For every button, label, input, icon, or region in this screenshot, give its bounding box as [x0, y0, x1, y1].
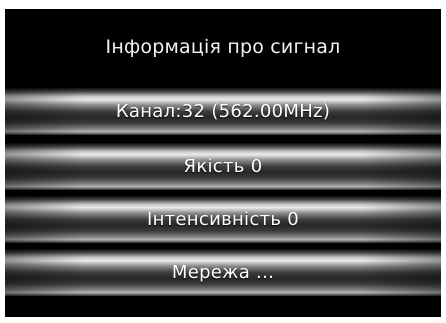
signal-info-screen: Інформація про сигнал Канал:32 (562.00MH… — [5, 9, 441, 317]
channel-label: Канал:32 (562.00MHz) — [115, 101, 331, 122]
network-row[interactable]: Мережа ... — [5, 249, 441, 296]
network-label: Мережа ... — [171, 262, 275, 283]
intensity-row[interactable]: Інтенсивність 0 — [5, 196, 441, 243]
screen-title: Інформація про сигнал — [105, 36, 341, 58]
quality-label: Якість 0 — [183, 156, 263, 177]
quality-row[interactable]: Якість 0 — [5, 143, 441, 190]
channel-row[interactable]: Канал:32 (562.00MHz) — [5, 88, 441, 135]
intensity-label: Інтенсивність 0 — [146, 209, 300, 230]
